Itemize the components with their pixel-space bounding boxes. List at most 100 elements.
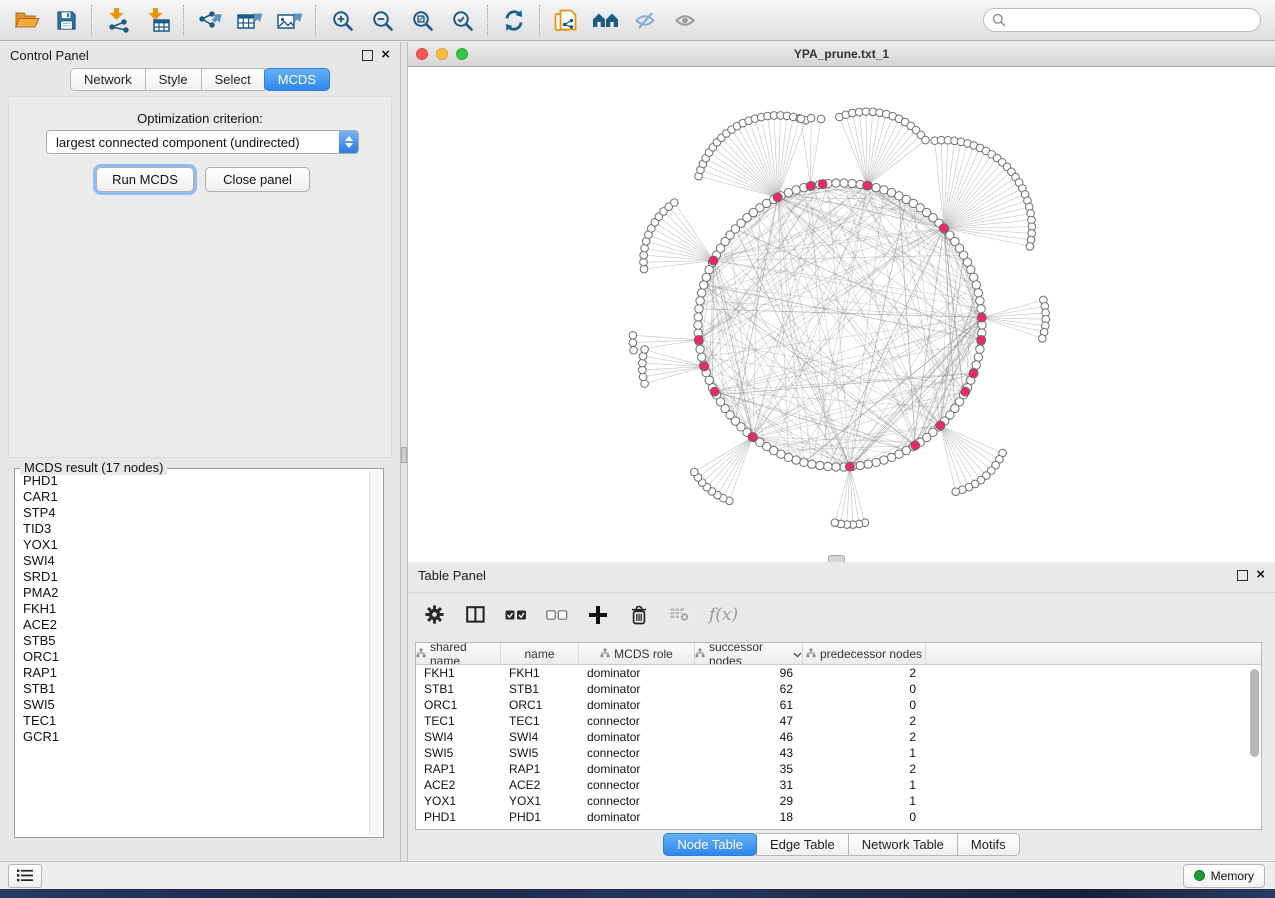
table-row-SWI5[interactable]: SWI5SWI5connector431 <box>416 745 1261 761</box>
tab-motifs[interactable]: Motifs <box>957 833 1020 856</box>
table-row-PHD1[interactable]: PHD1PHD1dominator180 <box>416 809 1261 825</box>
tab-edge-table[interactable]: Edge Table <box>756 833 849 856</box>
hub-node[interactable] <box>936 421 945 430</box>
close-panel-button[interactable]: Close panel <box>205 167 310 192</box>
mcds-result-item[interactable]: FKH1 <box>23 601 369 617</box>
tab-network-table[interactable]: Network Table <box>848 833 958 856</box>
column-header-shared-name[interactable]: shared name <box>416 643 501 664</box>
task-history-button[interactable] <box>8 864 42 888</box>
memory-button[interactable]: Memory <box>1183 864 1265 888</box>
hub-node[interactable] <box>863 181 872 190</box>
mcds-result-item[interactable]: CAR1 <box>23 489 369 505</box>
mcds-result-item[interactable]: ORC1 <box>23 649 369 665</box>
divider-handle[interactable] <box>401 447 407 463</box>
hub-node[interactable] <box>939 224 948 233</box>
zoom-in-icon[interactable] <box>322 3 362 37</box>
hub-node[interactable] <box>806 182 815 191</box>
mcds-result-item[interactable]: SWI5 <box>23 697 369 713</box>
network-graph[interactable] <box>408 67 1275 562</box>
mcds-result-item[interactable]: TEC1 <box>23 713 369 729</box>
table-row-FKH1[interactable]: FKH1FKH1dominator962 <box>416 665 1261 681</box>
mcds-result-item[interactable]: STP4 <box>23 505 369 521</box>
duplicate-network-icon[interactable] <box>546 3 586 37</box>
hub-node[interactable] <box>748 432 757 441</box>
criterion-dropdown[interactable]: largest connected component (undirected) <box>46 130 359 154</box>
table-row-ORC1[interactable]: ORC1ORC1dominator610 <box>416 697 1261 713</box>
delete-column-icon[interactable] <box>627 602 651 628</box>
float-window-icon[interactable] <box>1237 570 1248 581</box>
network-window-titlebar[interactable]: YPA_prune.txt_1 <box>408 42 1275 67</box>
mcds-result-item[interactable]: RAP1 <box>23 665 369 681</box>
hub-node[interactable] <box>977 335 986 344</box>
import-network-icon[interactable] <box>98 3 138 37</box>
select-all-icon[interactable] <box>504 602 528 628</box>
tab-select[interactable]: Select <box>201 68 265 91</box>
deselect-all-icon[interactable] <box>545 602 569 628</box>
hub-node[interactable] <box>961 387 970 396</box>
sort-chevron-icon[interactable] <box>793 647 802 661</box>
mcds-result-item[interactable]: YOX1 <box>23 537 369 553</box>
column-header-predecessor-nodes[interactable]: predecessor nodes <box>803 643 926 664</box>
close-panel-icon[interactable]: × <box>1256 570 1265 580</box>
table-row-TEC1[interactable]: TEC1TEC1connector472 <box>416 713 1261 729</box>
mcds-result-item[interactable]: STB1 <box>23 681 369 697</box>
show-all-icon[interactable] <box>666 3 706 37</box>
search-input[interactable] <box>983 8 1261 32</box>
hub-node[interactable] <box>911 441 920 450</box>
table-scrollbar-thumb[interactable] <box>1250 669 1259 757</box>
zoom-fit-icon[interactable] <box>402 3 442 37</box>
hub-node[interactable] <box>818 180 827 189</box>
export-table-icon[interactable] <box>230 3 270 37</box>
column-header-successor-nodes[interactable]: successor nodes <box>695 643 803 664</box>
mcds-result-item[interactable]: STB5 <box>23 633 369 649</box>
table-row-STB1[interactable]: STB1STB1dominator620 <box>416 681 1261 697</box>
save-session-icon[interactable] <box>46 3 86 37</box>
hub-node[interactable] <box>710 387 719 396</box>
panel-divider[interactable] <box>400 42 408 861</box>
hub-node[interactable] <box>709 256 718 265</box>
hub-node[interactable] <box>700 362 709 371</box>
tab-mcds[interactable]: MCDS <box>264 68 330 91</box>
column-header-mcds-role[interactable]: MCDS role <box>579 643 695 664</box>
mcds-result-item[interactable]: SWI4 <box>23 553 369 569</box>
tab-network[interactable]: Network <box>70 68 146 91</box>
show-columns-icon[interactable] <box>463 602 487 628</box>
refresh-view-icon[interactable] <box>494 3 534 37</box>
hide-selected-icon[interactable] <box>626 3 666 37</box>
zoom-out-icon[interactable] <box>362 3 402 37</box>
column-header-name[interactable]: name <box>501 643 579 664</box>
import-table-icon[interactable] <box>138 3 178 37</box>
close-panel-icon[interactable]: × <box>381 50 390 60</box>
tab-node-table[interactable]: Node Table <box>663 833 757 856</box>
mcds-list-scrollbar[interactable] <box>369 471 381 835</box>
hub-node[interactable] <box>694 335 703 344</box>
table-settings-gear-icon[interactable] <box>422 602 446 628</box>
mcds-result-item[interactable]: TID3 <box>23 521 369 537</box>
network-canvas[interactable] <box>408 67 1275 562</box>
add-column-icon[interactable] <box>586 602 610 628</box>
hub-node[interactable] <box>845 462 854 471</box>
table-row-SWI4[interactable]: SWI4SWI4dominator462 <box>416 729 1261 745</box>
mcds-result-item[interactable]: PMA2 <box>23 585 369 601</box>
mcds-result-item[interactable]: PHD1 <box>23 473 369 489</box>
zoom-selected-icon[interactable] <box>442 3 482 37</box>
node-table[interactable]: shared namenameMCDS rolesuccessor nodesp… <box>415 642 1262 830</box>
run-mcds-button[interactable]: Run MCDS <box>96 167 194 192</box>
first-neighbors-icon[interactable] <box>586 3 626 37</box>
export-network-icon[interactable] <box>190 3 230 37</box>
mcds-result-item[interactable]: GCR1 <box>23 729 369 745</box>
hub-node[interactable] <box>977 313 986 322</box>
mcds-result-item[interactable]: SRD1 <box>23 569 369 585</box>
table-row-YOX1[interactable]: YOX1YOX1connector291 <box>416 793 1261 809</box>
table-row-ACE2[interactable]: ACE2ACE2connector311 <box>416 777 1261 793</box>
table-row-RAP1[interactable]: RAP1RAP1dominator352 <box>416 761 1261 777</box>
float-window-icon[interactable] <box>362 50 373 61</box>
open-file-icon[interactable] <box>6 3 46 37</box>
mcds-result-item[interactable]: ACE2 <box>23 617 369 633</box>
tab-style[interactable]: Style <box>145 68 202 91</box>
canvas-divider-handle[interactable] <box>828 555 845 562</box>
export-image-icon[interactable] <box>270 3 310 37</box>
hub-node[interactable] <box>773 193 782 202</box>
mcds-result-group: MCDS result (17 nodes) PHD1CAR1STP4TID3Y… <box>14 468 384 838</box>
hub-node[interactable] <box>969 369 978 378</box>
